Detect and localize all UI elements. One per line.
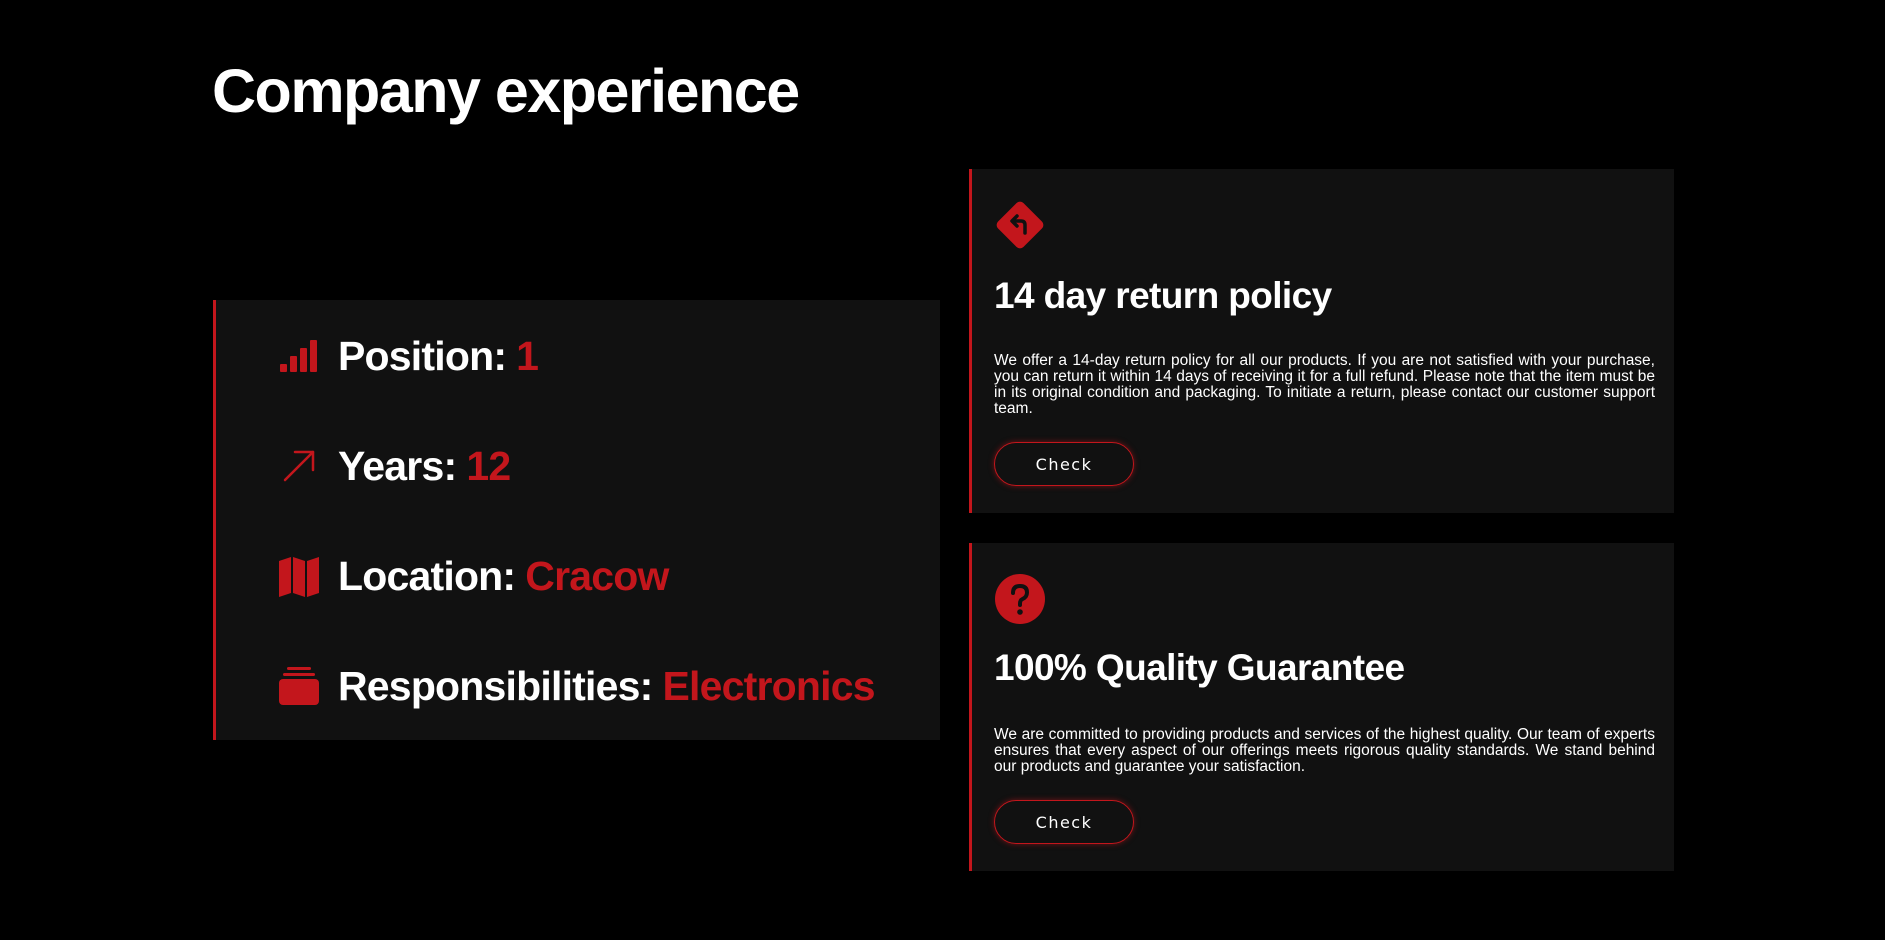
years-value: 12 [466,442,511,489]
arrow-up-right-icon [278,445,320,487]
signal-bars-icon [278,335,320,377]
position-label: Position: [338,332,507,379]
map-icon [278,555,320,597]
experience-item-location: Location: Cracow [278,548,669,604]
return-policy-card: 14 day return policy We offer a 14-day r… [969,169,1674,513]
briefcase-icon [278,665,320,707]
page: Company experience Position: 1 Years: 12… [0,0,1885,940]
card-title: 100% Quality Guarantee [994,647,1405,688]
experience-panel: Position: 1 Years: 12 Location: Cracow R… [213,300,940,740]
return-sign-icon [994,199,1046,251]
experience-item-position: Position: 1 [278,328,539,384]
question-circle-icon [994,573,1046,625]
responsibilities-label: Responsibilities: [338,662,653,709]
quality-guarantee-card: 100% Quality Guarantee We are committed … [969,543,1674,871]
responsibilities-value: Electronics [662,662,875,709]
location-value: Cracow [525,552,669,599]
page-title: Company experience [212,57,800,125]
card-title: 14 day return policy [994,275,1332,316]
position-value: 1 [516,332,539,379]
check-button[interactable]: Check [994,800,1134,844]
years-label: Years: [338,442,457,489]
card-description: We are committed to providing products a… [994,726,1655,775]
location-label: Location: [338,552,516,599]
card-description: We offer a 14-day return policy for all … [994,352,1655,417]
experience-item-responsibilities: Responsibilities: Electronics [278,658,876,714]
experience-item-years: Years: 12 [278,438,511,494]
check-button[interactable]: Check [994,442,1134,486]
